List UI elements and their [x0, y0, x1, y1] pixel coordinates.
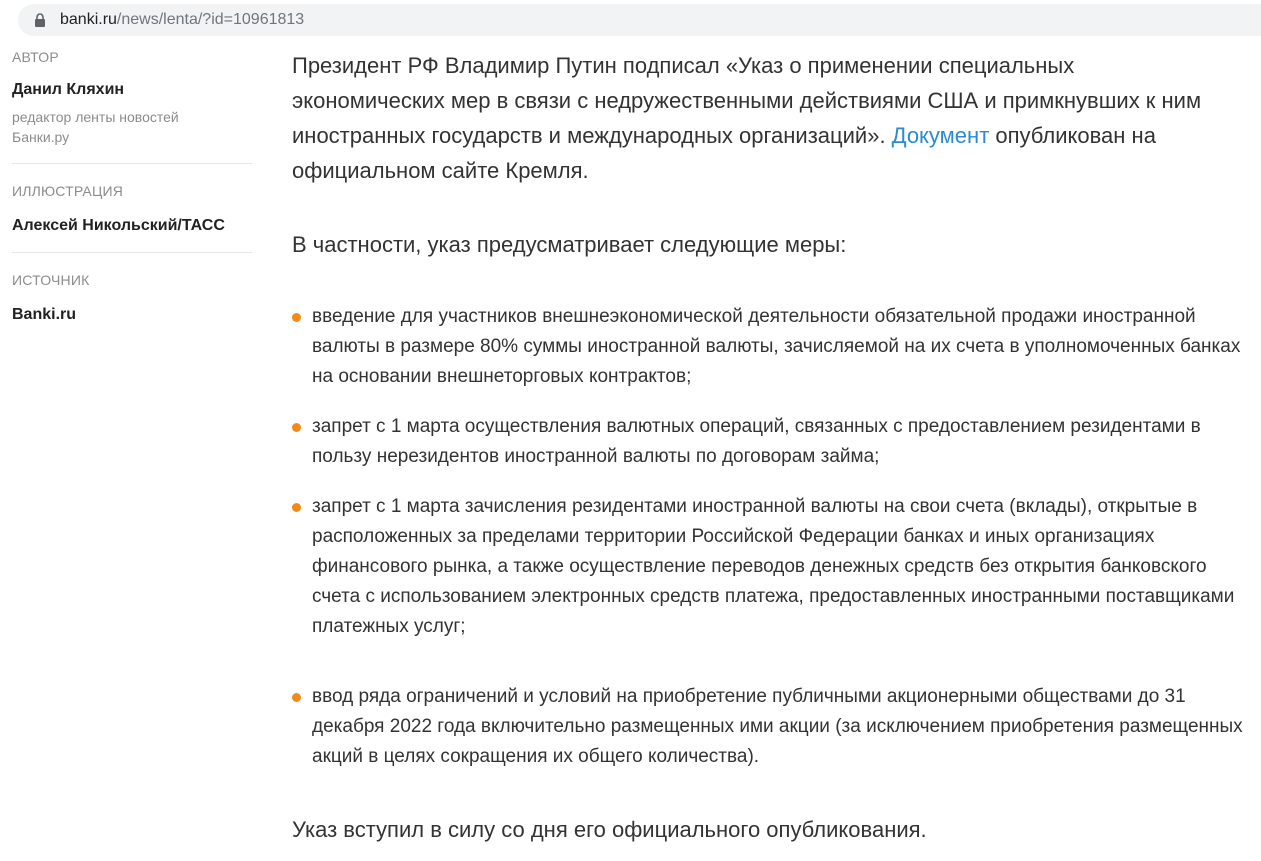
- lock-icon[interactable]: [34, 13, 46, 27]
- author-label: АВТОР: [12, 49, 59, 65]
- illustration-label: ИЛЛЮСТРАЦИЯ: [12, 183, 124, 199]
- author-block: АВТОР Данил Кляхин редактор ленты новост…: [12, 48, 252, 163]
- source-name: Banki.ru: [12, 306, 77, 323]
- list-item: запрет с 1 марта зачисления резидентами …: [292, 492, 1247, 642]
- list-item: запрет с 1 марта осуществления валютных …: [292, 412, 1247, 472]
- illustration-block: ИЛЛЮСТРАЦИЯ Алексей Никольский/ТАСС: [12, 163, 252, 252]
- article-meta-sidebar: АВТОР Данил Кляхин редактор ленты новост…: [12, 48, 252, 341]
- article-body: Президент РФ Владимир Путин подписал «Ук…: [292, 48, 1243, 842]
- author-role: редактор ленты новостей Банки.ру: [12, 109, 179, 145]
- source-block: ИСТОЧНИК Banki.ru: [12, 252, 252, 341]
- author-name[interactable]: Данил Кляхин: [12, 80, 252, 100]
- list-item-text: запрет с 1 марта зачисления резидентами …: [312, 496, 1235, 637]
- document-link[interactable]: Документ: [892, 123, 990, 148]
- source-label: ИСТОЧНИК: [12, 272, 90, 288]
- list-item: введение для участников внешнеэкономичес…: [292, 302, 1247, 392]
- list-item-text: введение для участников внешнеэкономичес…: [312, 306, 1241, 387]
- bullet-dot-icon: [292, 503, 301, 512]
- bullet-dot-icon: [292, 313, 301, 322]
- illustration-credit: Алексей Никольский/ТАСС: [12, 217, 225, 234]
- browser-address-bar: banki.ru/news/lenta/?id=10961813: [0, 0, 1261, 40]
- closing-paragraph: Указ вступил в силу со дня его официальн…: [292, 817, 927, 842]
- url-field[interactable]: banki.ru/news/lenta/?id=10961813: [18, 4, 1261, 36]
- url-path: /news/lenta/?id=10961813: [116, 11, 305, 28]
- intro-paragraph: В частности, указ предусматривает следую…: [292, 232, 847, 257]
- bullet-dot-icon: [292, 423, 301, 432]
- list-item: ввод ряда ограничений и условий на приоб…: [292, 682, 1247, 772]
- lead-paragraph: Президент РФ Владимир Путин подписал «Ук…: [292, 48, 1232, 188]
- bullet-dot-icon: [292, 693, 301, 702]
- url-host: banki.ru: [60, 11, 117, 28]
- list-item-text: запрет с 1 марта осуществления валютных …: [312, 416, 1201, 467]
- list-item-text: ввод ряда ограничений и условий на приоб…: [312, 686, 1243, 767]
- url-text[interactable]: banki.ru/news/lenta/?id=10961813: [60, 10, 304, 30]
